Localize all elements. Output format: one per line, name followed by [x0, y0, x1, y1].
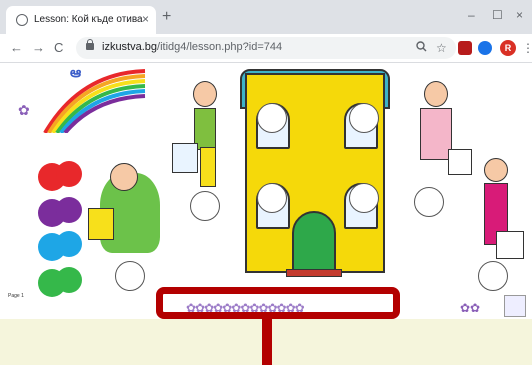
flower-icon: ✿ [18, 102, 30, 118]
svg-text:ఆ: ఆ [70, 64, 81, 80]
extension-icon[interactable] [478, 41, 492, 55]
rainbow-logo-image: ఆ [43, 64, 146, 133]
lock-icon [86, 39, 94, 50]
tab-bar: Lesson: Кой къде отива × + – ☐ × [0, 0, 532, 34]
house-door [292, 211, 336, 273]
tab-title: Lesson: Кой къде отива [34, 14, 143, 25]
drop-target-circle[interactable] [190, 191, 220, 221]
drop-target-circle[interactable] [349, 183, 379, 213]
globe-icon [16, 14, 28, 26]
browser-tab[interactable]: Lesson: Кой къде отива × [6, 6, 156, 34]
reload-button[interactable]: C [54, 40, 63, 55]
drop-target-circle[interactable] [478, 261, 508, 291]
drop-target-circle[interactable] [257, 103, 287, 133]
page-label: Page 1 [8, 293, 24, 299]
zoom-icon[interactable] [416, 41, 427, 55]
back-button[interactable]: ← [10, 40, 23, 55]
new-tab-button[interactable]: + [162, 9, 171, 25]
url-text: izkustva.bg/itidg4/lesson.php?id=744 [102, 41, 283, 53]
address-bar[interactable]: izkustva.bg/itidg4/lesson.php?id=744 ☆ [76, 37, 456, 59]
close-tab-icon[interactable]: × [142, 12, 149, 26]
corner-flowers-icon[interactable]: ✿✿ [460, 301, 480, 315]
pdf-extension-icon[interactable] [458, 41, 472, 55]
profile-avatar[interactable]: R [500, 40, 516, 56]
browser-toolbar: ← → C izkustva.bg/itidg4/lesson.php?id=7… [0, 34, 532, 63]
menu-icon[interactable]: ⋮ [522, 41, 532, 55]
drop-target-circle[interactable] [257, 183, 287, 213]
maximize-button[interactable]: ☐ [492, 8, 503, 22]
callout-highlight [156, 287, 400, 319]
minimize-button[interactable]: – [468, 8, 475, 22]
lesson-canvas: ఆ ✿ Page 1 ✿✿✿✿✿✿✿✿✿✿✿✿✿ ✿✿ [0, 63, 532, 365]
callout-pointer [262, 317, 272, 365]
next-page-icon[interactable] [504, 295, 526, 317]
drop-target-circle[interactable] [349, 103, 379, 133]
forward-button[interactable]: → [32, 40, 45, 55]
drop-target-circle[interactable] [414, 187, 444, 217]
star-icon[interactable]: ☆ [436, 41, 447, 55]
house-step [286, 269, 342, 277]
close-window-button[interactable]: × [516, 8, 523, 22]
drop-target-circle[interactable] [115, 261, 145, 291]
